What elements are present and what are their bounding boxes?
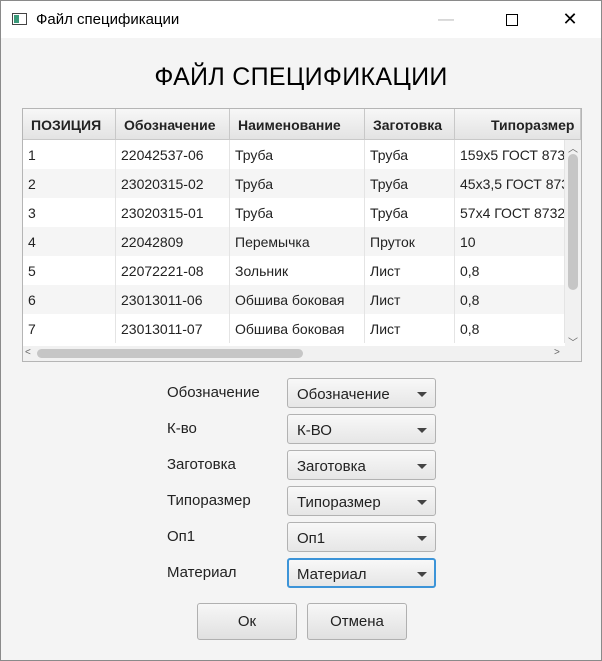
cell-position: 6 bbox=[23, 285, 116, 314]
operation-select[interactable]: Оп1 bbox=[287, 522, 436, 552]
quantity-select[interactable]: К-ВО bbox=[287, 414, 436, 444]
blank-select[interactable]: Заготовка bbox=[287, 450, 436, 480]
designation-select-value: Обозначение bbox=[297, 386, 390, 403]
close-icon: ✕ bbox=[562, 9, 578, 29]
designation-select[interactable]: Обозначение bbox=[287, 378, 436, 408]
cell-name: Обшива боковая bbox=[230, 285, 365, 314]
cell-size: 159x5 ГОСТ 8732 bbox=[455, 140, 565, 169]
ok-button[interactable]: Ок bbox=[197, 603, 297, 640]
cell-name: Зольник bbox=[230, 256, 365, 285]
vertical-scrollbar[interactable]: ︿ ﹀ bbox=[565, 140, 581, 349]
operation-label: Оп1 bbox=[167, 528, 196, 545]
chevron-down-icon bbox=[417, 536, 427, 541]
page-title: ФАЙЛ СПЕЦИФИКАЦИИ bbox=[154, 63, 448, 91]
table-row[interactable]: 5 22072221-08 Зольник Лист 0,8 bbox=[23, 256, 565, 285]
cell-designation: 23020315-02 bbox=[116, 169, 230, 198]
horizontal-scroll-thumb[interactable] bbox=[37, 349, 303, 358]
cell-blank: Лист bbox=[365, 285, 455, 314]
material-label: Материал bbox=[167, 564, 237, 581]
cell-blank: Труба bbox=[365, 198, 455, 227]
chevron-down-icon bbox=[417, 572, 427, 577]
cell-name: Труба bbox=[230, 140, 365, 169]
cell-size: 0,8 bbox=[455, 285, 565, 314]
cell-designation: 22072221-08 bbox=[116, 256, 230, 285]
column-header-position[interactable]: ПОЗИЦИЯ bbox=[23, 109, 116, 139]
app-icon bbox=[12, 13, 27, 25]
cell-blank: Труба bbox=[365, 169, 455, 198]
cell-position: 3 bbox=[23, 198, 116, 227]
size-select-value: Типоразмер bbox=[297, 494, 381, 511]
cell-size: 0,8 bbox=[455, 256, 565, 285]
designation-label: Обозначение bbox=[167, 384, 260, 401]
cell-name: Перемычка bbox=[230, 227, 365, 256]
cell-name: Обшива боковая bbox=[230, 314, 365, 343]
scroll-up-icon[interactable]: ︿ bbox=[568, 140, 578, 155]
chevron-down-icon bbox=[417, 500, 427, 505]
quantity-select-value: К-ВО bbox=[297, 422, 332, 439]
cell-name: Труба bbox=[230, 198, 365, 227]
cell-position: 5 bbox=[23, 256, 116, 285]
material-select[interactable]: Материал bbox=[287, 558, 436, 588]
horizontal-scrollbar[interactable]: < > bbox=[23, 346, 565, 361]
cell-position: 2 bbox=[23, 169, 116, 198]
table-row[interactable]: 7 23013011-07 Обшива боковая Лист 0,8 bbox=[23, 314, 565, 343]
column-header-designation[interactable]: Обозначение bbox=[116, 109, 230, 139]
cell-designation: 23020315-01 bbox=[116, 198, 230, 227]
cell-designation: 23013011-07 bbox=[116, 314, 230, 343]
cell-size: 45x3,5 ГОСТ 8732 bbox=[455, 169, 565, 198]
column-header-size[interactable]: Типоразмер bbox=[455, 109, 581, 139]
cell-designation: 22042809 bbox=[116, 227, 230, 256]
cell-blank: Пруток bbox=[365, 227, 455, 256]
dialog-window: Файл спецификации — ✕ ФАЙЛ СПЕЦИФИКАЦИИ … bbox=[0, 0, 602, 661]
close-button[interactable]: ✕ bbox=[547, 1, 593, 38]
cell-size: 10 bbox=[455, 227, 565, 256]
blank-select-value: Заготовка bbox=[297, 458, 366, 475]
size-select[interactable]: Типоразмер bbox=[287, 486, 436, 516]
cancel-button[interactable]: Отмена bbox=[307, 603, 407, 640]
table-header: ПОЗИЦИЯ Обозначение Наименование Заготов… bbox=[23, 109, 581, 140]
scrollbar-corner bbox=[565, 346, 581, 361]
cell-position: 7 bbox=[23, 314, 116, 343]
vertical-scroll-thumb[interactable] bbox=[568, 154, 578, 290]
minimize-button[interactable]: — bbox=[423, 1, 469, 38]
cell-position: 1 bbox=[23, 140, 116, 169]
column-header-name[interactable]: Наименование bbox=[230, 109, 365, 139]
cell-position: 4 bbox=[23, 227, 116, 256]
cell-size: 0,8 bbox=[455, 314, 565, 343]
operation-select-value: Оп1 bbox=[297, 530, 326, 547]
maximize-icon bbox=[506, 13, 518, 26]
maximize-button[interactable] bbox=[489, 1, 535, 38]
cell-blank: Лист bbox=[365, 256, 455, 285]
table-row[interactable]: 6 23013011-06 Обшива боковая Лист 0,8 bbox=[23, 285, 565, 314]
cell-name: Труба bbox=[230, 169, 365, 198]
scroll-left-icon[interactable]: < bbox=[25, 347, 31, 358]
title-bar[interactable]: Файл спецификации — ✕ bbox=[1, 1, 601, 38]
blank-label: Заготовка bbox=[167, 456, 236, 473]
table-body: 1 22042537-06 Труба Труба 159x5 ГОСТ 873… bbox=[23, 140, 565, 346]
size-label: Типоразмер bbox=[167, 492, 251, 509]
table-row[interactable]: 3 23020315-01 Труба Труба 57x4 ГОСТ 8732 bbox=[23, 198, 565, 227]
chevron-down-icon bbox=[417, 392, 427, 397]
table-row[interactable]: 1 22042537-06 Труба Труба 159x5 ГОСТ 873… bbox=[23, 140, 565, 169]
scroll-right-icon[interactable]: > bbox=[554, 347, 560, 358]
cell-size: 57x4 ГОСТ 8732 bbox=[455, 198, 565, 227]
cell-blank: Труба bbox=[365, 140, 455, 169]
material-select-value: Материал bbox=[297, 566, 367, 583]
chevron-down-icon bbox=[417, 428, 427, 433]
window-title: Файл спецификации bbox=[36, 11, 180, 28]
chevron-down-icon bbox=[417, 464, 427, 469]
cell-designation: 22042537-06 bbox=[116, 140, 230, 169]
table-row[interactable]: 4 22042809 Перемычка Пруток 10 bbox=[23, 227, 565, 256]
specification-table[interactable]: ПОЗИЦИЯ Обозначение Наименование Заготов… bbox=[22, 108, 582, 362]
cell-blank: Лист bbox=[365, 314, 455, 343]
table-row[interactable]: 2 23020315-02 Труба Труба 45x3,5 ГОСТ 87… bbox=[23, 169, 565, 198]
column-header-blank[interactable]: Заготовка bbox=[365, 109, 455, 139]
quantity-label: К-во bbox=[167, 420, 197, 437]
minimize-icon: — bbox=[438, 10, 454, 28]
cell-designation: 23013011-06 bbox=[116, 285, 230, 314]
